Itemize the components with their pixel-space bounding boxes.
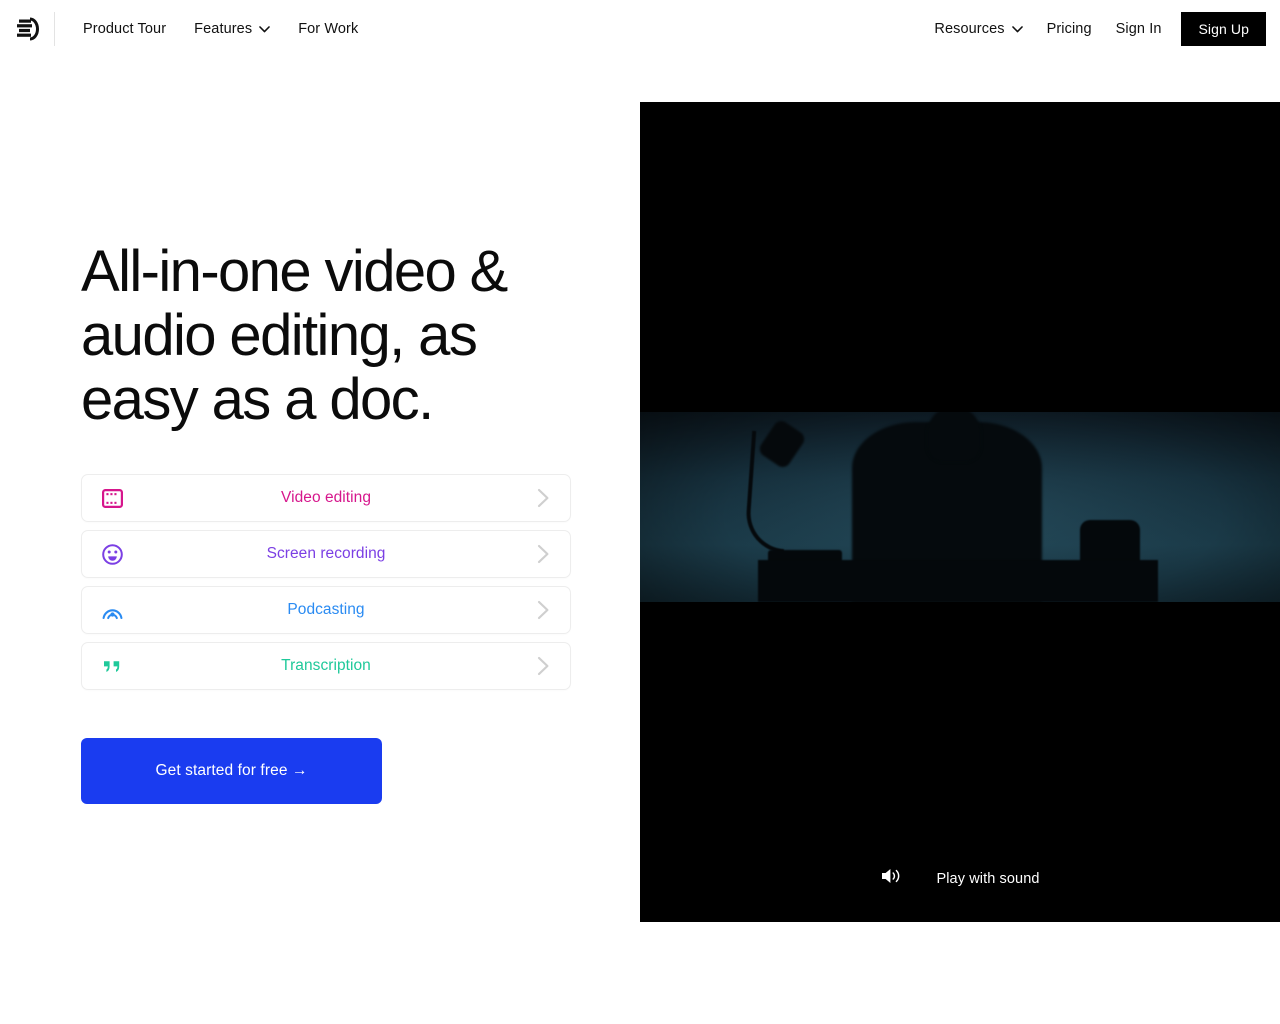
person-head-silhouette xyxy=(927,412,981,462)
feature-card-transcription[interactable]: Transcription xyxy=(81,642,571,690)
quote-marks-icon xyxy=(100,654,124,678)
chevron-right-icon xyxy=(530,485,556,511)
feature-card-podcasting[interactable]: Podcasting xyxy=(81,586,571,634)
chevron-right-icon xyxy=(530,653,556,679)
nav-label: For Work xyxy=(298,20,359,37)
desk-silhouette xyxy=(758,560,1158,602)
feature-card-label: Podcasting xyxy=(287,601,365,618)
page-title: All-in-one video & audio editing, as eas… xyxy=(81,239,508,432)
feature-card-list: Video editing Screen recording Podcastin… xyxy=(81,474,571,690)
nav-label: Features xyxy=(194,20,253,37)
feature-card-screen-recording[interactable]: Screen recording xyxy=(81,530,571,578)
nav-label: Pricing xyxy=(1046,20,1092,37)
nav-item-pricing[interactable]: Pricing xyxy=(1035,14,1104,45)
smiley-face-icon xyxy=(100,542,124,566)
hero-left-column: All-in-one video & audio editing, as eas… xyxy=(81,100,581,804)
get-started-button[interactable]: Get started for free → xyxy=(81,738,382,804)
hero-video-player[interactable]: Play with sound xyxy=(640,102,1280,922)
chevron-right-icon xyxy=(530,541,556,567)
sign-up-button[interactable]: Sign Up xyxy=(1181,11,1266,47)
chevron-down-icon xyxy=(259,25,270,32)
secondary-nav: Resources Pricing Sign In Sign Up xyxy=(922,11,1266,47)
nav-item-resources[interactable]: Resources xyxy=(922,14,1034,45)
speaker-sound-icon xyxy=(880,866,902,891)
nav-label: Product Tour xyxy=(83,20,167,37)
nav-label: Sign In xyxy=(1115,20,1162,37)
primary-nav: Product Tour Features For Work xyxy=(69,14,372,45)
nav-item-sign-in[interactable]: Sign In xyxy=(1104,14,1174,45)
chevron-right-icon xyxy=(530,597,556,623)
feature-card-video-editing[interactable]: Video editing xyxy=(81,474,571,522)
chevron-down-icon xyxy=(1011,25,1023,32)
video-frame-content xyxy=(640,412,1280,602)
site-header: Product Tour Features For Work Resources… xyxy=(0,0,1280,58)
header-divider xyxy=(54,12,55,46)
feature-card-label: Video editing xyxy=(281,489,371,506)
feature-card-label: Screen recording xyxy=(266,545,386,562)
letterbox-bar-top xyxy=(640,102,1280,412)
descript-logo[interactable] xyxy=(8,17,48,41)
feature-card-label: Transcription xyxy=(281,657,371,674)
play-with-sound-control[interactable]: Play with sound xyxy=(640,866,1280,891)
broadcast-icon xyxy=(100,598,124,622)
nav-item-product-tour[interactable]: Product Tour xyxy=(69,14,180,45)
nav-label: Resources xyxy=(934,20,1005,37)
film-strip-icon xyxy=(100,486,124,510)
nav-item-features[interactable]: Features xyxy=(180,14,284,45)
play-with-sound-label: Play with sound xyxy=(936,870,1040,887)
nav-item-for-work[interactable]: For Work xyxy=(284,14,372,45)
